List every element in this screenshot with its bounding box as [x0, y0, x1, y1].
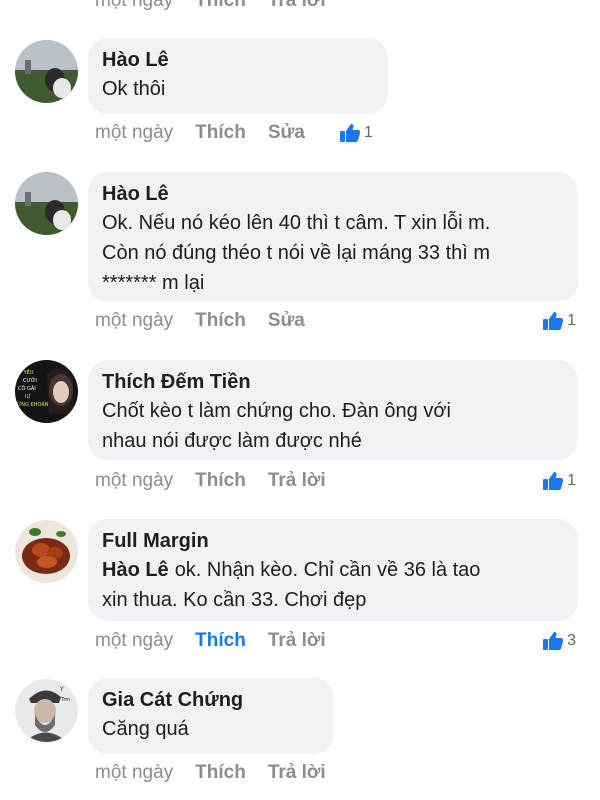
like-button[interactable]: Thích: [195, 470, 246, 492]
avatar[interactable]: [15, 40, 78, 103]
comment-text: Căng quá: [102, 718, 189, 740]
comment-time: một ngày: [95, 762, 174, 783]
avatar-image: [15, 40, 78, 103]
like-count[interactable]: 1: [339, 123, 373, 143]
avatar-image: [15, 172, 78, 235]
comment-text-line: Hào Lê ok. Nhận kèo. Chỉ cần về 36 là tao: [102, 555, 562, 585]
avatar-image: Y Trm: [15, 679, 78, 742]
avatar[interactable]: Y YÊU CƯỚI CÔ GÁI IỰ ỨNG KHOÁN: [15, 360, 78, 423]
comment-time: một ngày: [95, 470, 174, 491]
comment-bubble: Hào Lê Ok. Nếu nó kéo lên 40 thì t câm. …: [88, 172, 578, 302]
avatar-image: [15, 520, 78, 583]
like-count-text: 1: [567, 312, 576, 329]
avatar-caption: IỰ: [25, 394, 31, 400]
thumbs-up-icon: [543, 312, 564, 330]
like-count-text: 3: [567, 632, 576, 649]
avatar-caption: Y YÊU: [18, 368, 34, 376]
comment-time: một ngày: [95, 310, 174, 331]
like-count[interactable]: 1: [542, 311, 576, 331]
comment-author[interactable]: Gia Cát Chứng: [102, 686, 318, 714]
comment-text-line: xin thua. Ko cần 33. Chơi đẹp: [102, 589, 367, 611]
thumbs-up-icon: [339, 124, 360, 142]
avatar-caption: CÔ GÁI: [18, 385, 36, 392]
comment-actions: một ngày Thích Trả lời: [95, 629, 348, 653]
like-button[interactable]: Thích: [195, 310, 246, 332]
comment-bubble: Thích Đếm Tiền Chốt kèo t làm chứng cho.…: [88, 360, 578, 460]
comment-bubble: Gia Cát Chứng Căng quá: [88, 678, 334, 754]
reply-button[interactable]: Trả lời: [268, 470, 326, 492]
thumbs-up-icon: [543, 472, 564, 490]
avatar[interactable]: Y Trm: [15, 679, 78, 742]
thumbs-up-icon: [543, 632, 564, 650]
comment-text-line: Còn nó đúng théo t nói về lại máng 33 th…: [102, 242, 491, 264]
like-button[interactable]: Thích: [195, 0, 246, 12]
avatar-caption: Trm: [60, 697, 70, 703]
edit-button[interactable]: Sửa: [268, 122, 305, 144]
comment-actions-top: một ngày Thích Trả lời: [95, 0, 348, 13]
reply-button[interactable]: Trả lời: [268, 630, 326, 652]
comment-author[interactable]: Hào Lê: [102, 46, 372, 74]
comment-time: một ngày: [95, 0, 174, 11]
comment-actions: một ngày Thích Trả lời: [95, 761, 348, 785]
comment-bubble: Full Margin Hào Lê ok. Nhận kèo. Chỉ cần …: [88, 519, 578, 621]
like-button[interactable]: Thích: [195, 122, 246, 144]
avatar[interactable]: [15, 520, 78, 583]
comment-text-line: Chốt kèo t làm chứng cho. Đàn ông với: [102, 400, 451, 422]
like-button[interactable]: Thích: [195, 630, 246, 652]
comment-actions: một ngày Thích Sửa: [95, 309, 327, 333]
comment-text: Ok thôi: [102, 78, 166, 100]
comment-bubble: Hào Lê Ok thôi: [88, 38, 388, 114]
avatar-caption: CƯỚI: [23, 377, 37, 384]
like-count-text: 1: [567, 472, 576, 489]
avatar-image: Y YÊU CƯỚI CÔ GÁI IỰ ỨNG KHOÁN: [15, 360, 78, 423]
like-count[interactable]: 3: [542, 631, 576, 651]
comment-text: ok. Nhận kèo. Chỉ cần về 36 là tao: [174, 559, 481, 581]
comment-time: một ngày: [95, 630, 174, 651]
avatar-caption: Y: [59, 686, 64, 693]
reply-button[interactable]: Trả lời: [268, 0, 326, 12]
mention-link[interactable]: Hào Lê: [102, 559, 169, 581]
comment-actions: một ngày Thích Sửa 1: [95, 121, 373, 145]
avatar[interactable]: [15, 172, 78, 235]
like-button[interactable]: Thích: [195, 762, 246, 784]
edit-button[interactable]: Sửa: [268, 310, 305, 332]
comment-actions: một ngày Thích Trả lời: [95, 469, 348, 493]
comment-author[interactable]: Full Margin: [102, 527, 562, 555]
like-count[interactable]: 1: [542, 471, 576, 491]
comment-time: một ngày: [95, 122, 174, 143]
like-count-text: 1: [363, 124, 373, 141]
comment-author[interactable]: Thích Đếm Tiền: [102, 368, 562, 396]
comment-author[interactable]: Hào Lê: [102, 180, 562, 208]
comment-text-line: ******* m lại: [102, 272, 205, 294]
avatar-caption: ỨNG KHOÁN: [17, 401, 49, 408]
reply-button[interactable]: Trả lời: [268, 762, 326, 784]
comment-text-line: Ok. Nếu nó kéo lên 40 thì t câm. T xin l…: [102, 212, 491, 234]
comment-text-line: nhau nói được làm được nhé: [102, 430, 362, 452]
